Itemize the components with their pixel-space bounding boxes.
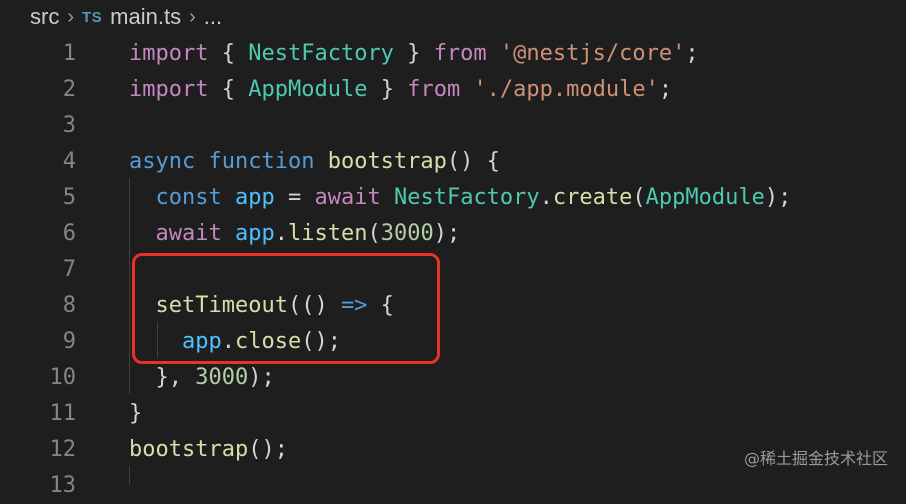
code-token: app	[234, 185, 275, 210]
code-token: );	[764, 185, 792, 210]
code-token: await	[314, 185, 381, 210]
chevron-right-icon: ›	[189, 5, 196, 28]
code-token: '@nestjs/core'	[499, 41, 686, 66]
code-token: create	[552, 185, 633, 210]
code-line[interactable]: 6 await app.listen(3000);	[0, 216, 906, 252]
code-token: () {	[446, 149, 500, 174]
code-token: './app.module'	[473, 77, 659, 102]
code-token: bootstrap	[327, 149, 447, 174]
code-text: import { AppModule } from './app.module'…	[129, 72, 672, 108]
code-token: ;	[685, 41, 699, 66]
code-token: 3000	[380, 221, 434, 246]
breadcrumb-folder[interactable]: src	[30, 4, 59, 30]
code-token: import	[129, 77, 209, 102]
line-number: 4	[62, 149, 76, 174]
breadcrumb: src › TS main.ts › ...	[0, 0, 906, 34]
code-line[interactable]: 10 }, 3000);	[0, 360, 906, 396]
code-token: AppModule	[248, 77, 368, 102]
line-number: 9	[62, 329, 76, 354]
code-line[interactable]: 2 import { AppModule } from './app.module…	[0, 72, 906, 108]
code-text: }, 3000);	[129, 360, 275, 396]
line-number: 12	[49, 437, 77, 462]
code-token: {	[208, 41, 249, 66]
code-token: app	[234, 221, 275, 246]
line-number: 11	[49, 401, 77, 426]
code-token: (	[632, 185, 646, 210]
line-number: 10	[49, 365, 77, 390]
code-token: },	[129, 365, 196, 390]
code-token: bootstrap	[129, 437, 249, 462]
code-token: }	[393, 41, 434, 66]
highlight-box	[132, 253, 440, 364]
line-number: 2	[62, 77, 76, 102]
typescript-file-icon: TS	[82, 8, 103, 26]
code-token: ();	[248, 437, 288, 462]
watermark: @稀土掘金技术社区	[743, 449, 888, 468]
code-token: const	[155, 185, 222, 210]
code-token: import	[129, 41, 209, 66]
code-line[interactable]: 4 async function bootstrap() {	[0, 144, 906, 180]
code-token: );	[433, 221, 461, 246]
code-token: NestFactory	[248, 41, 394, 66]
code-token: );	[248, 365, 275, 390]
line-number: 13	[49, 473, 77, 498]
line-number: 3	[62, 113, 76, 138]
code-token: NestFactory	[393, 185, 540, 210]
code-token: from	[407, 77, 461, 102]
code-line[interactable]: 5 const app = await NestFactory.create(A…	[0, 180, 906, 216]
line-number: 5	[62, 185, 76, 210]
breadcrumb-file[interactable]: main.ts	[110, 4, 181, 30]
code-token: .	[539, 185, 553, 210]
line-number: 6	[62, 221, 76, 246]
code-token: }	[129, 401, 143, 426]
chevron-right-icon: ›	[67, 5, 74, 28]
code-token: ;	[658, 77, 673, 102]
code-token: .	[274, 221, 288, 246]
code-line[interactable]: 3	[0, 108, 906, 144]
line-number: 7	[62, 257, 76, 282]
code-token: function	[208, 149, 315, 174]
code-text: await app.listen(3000);	[129, 216, 461, 252]
code-token: await	[155, 221, 222, 246]
code-text: bootstrap();	[129, 432, 288, 468]
code-token: (	[367, 221, 381, 246]
code-text: const app = await NestFactory.create(App…	[129, 180, 792, 216]
code-token: }	[367, 77, 408, 102]
code-token: listen	[287, 221, 368, 246]
breadcrumb-ellipsis[interactable]: ...	[204, 4, 222, 30]
code-token: =	[274, 185, 315, 210]
line-number: 8	[62, 293, 76, 318]
code-token: from	[433, 41, 487, 66]
line-number: 1	[62, 41, 76, 66]
code-line[interactable]: 13	[0, 468, 906, 504]
code-token: {	[208, 77, 249, 102]
code-token: AppModule	[645, 185, 765, 210]
code-text: }	[129, 396, 142, 432]
code-token: 3000	[195, 365, 249, 390]
code-text: import { NestFactory } from '@nestjs/cor…	[129, 36, 699, 72]
code-token: async	[129, 149, 196, 174]
code-line[interactable]: 11}	[0, 396, 906, 432]
code-text: async function bootstrap() {	[129, 144, 500, 180]
code-line[interactable]: 1 import { NestFactory } from '@nestjs/co…	[0, 36, 906, 72]
